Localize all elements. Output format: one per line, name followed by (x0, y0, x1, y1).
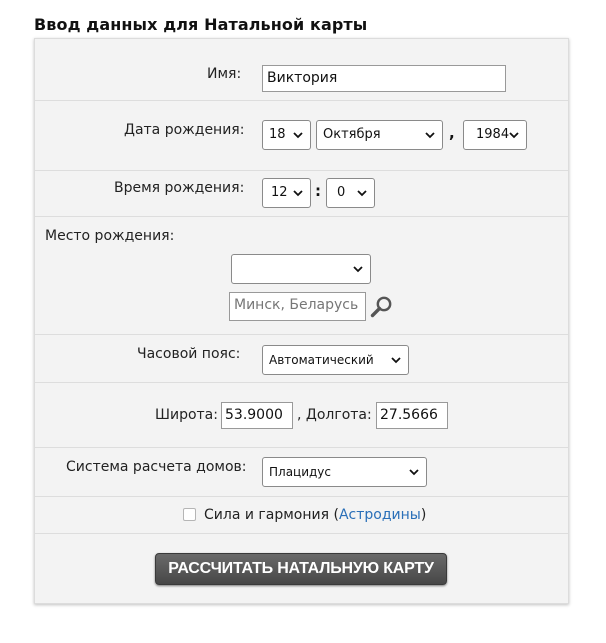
chevron-down-icon (425, 132, 435, 139)
timezone-label: Часовой пояс: (137, 346, 241, 362)
house-system-select[interactable]: Плацидус (262, 457, 427, 487)
birth-year-select[interactable]: 1984 (463, 120, 527, 150)
birth-month-select[interactable]: Октября (316, 120, 443, 150)
chevron-down-icon (357, 190, 367, 197)
chevron-down-icon (353, 266, 363, 273)
birth-minute-value: 0 (337, 185, 346, 200)
longitude-label: , Долгота: (297, 407, 372, 423)
birth-place-search-input[interactable]: Минск, Беларусь (229, 292, 366, 321)
chevron-down-icon (391, 357, 401, 364)
birth-month-value: Октября (323, 127, 381, 142)
row-divider (35, 533, 568, 534)
strength-harmony-text: Сила и гармония (204, 507, 330, 523)
birth-time-label: Время рождения: (114, 180, 245, 196)
timezone-value: Автоматический (269, 353, 374, 367)
birth-hour-select[interactable]: 12 (262, 178, 311, 208)
birth-day-value: 18 (269, 127, 286, 142)
time-colon: : (315, 182, 321, 200)
strength-harmony-label: Сила и гармония (Астродины) (204, 507, 426, 523)
house-system-label: Система расчета домов: (66, 459, 247, 475)
latitude-input[interactable]: 53.9000 (221, 402, 293, 429)
chevron-down-icon (509, 132, 519, 139)
calculate-chart-button[interactable]: РАССЧИТАТЬ НАТАЛЬНУЮ КАРТУ (155, 553, 447, 585)
row-divider (35, 334, 568, 335)
longitude-input[interactable]: 27.5666 (376, 402, 448, 429)
birth-place-label: Место рождения: (45, 228, 175, 244)
chevron-down-icon (293, 190, 303, 197)
birth-day-select[interactable]: 18 (262, 120, 311, 150)
paren-close: ) (420, 507, 427, 523)
form-title: Ввод данных для Натальной карты (34, 15, 368, 34)
astrodyne-link[interactable]: Астродины (339, 507, 421, 523)
name-input[interactable]: Виктория (262, 65, 506, 92)
strength-harmony-checkbox[interactable] (183, 508, 196, 521)
house-system-value: Плацидус (269, 465, 332, 479)
latitude-label: Широта: (155, 407, 218, 423)
chevron-down-icon (293, 132, 303, 139)
row-divider (35, 496, 568, 497)
name-label: Имя: (207, 66, 242, 82)
row-divider (35, 447, 568, 448)
row-divider (35, 170, 568, 171)
birth-minute-select[interactable]: 0 (326, 178, 375, 208)
birth-place-select[interactable] (231, 254, 371, 284)
search-icon[interactable] (370, 295, 394, 319)
timezone-select[interactable]: Автоматический (262, 345, 409, 375)
row-divider (35, 216, 568, 217)
birth-hour-value: 12 (271, 185, 288, 200)
birth-date-label: Дата рождения: (124, 122, 245, 138)
chevron-down-icon (409, 469, 419, 476)
row-divider (35, 382, 568, 383)
row-divider (35, 100, 568, 101)
birth-year-value: 1984 (476, 127, 510, 142)
date-comma: , (449, 124, 455, 142)
